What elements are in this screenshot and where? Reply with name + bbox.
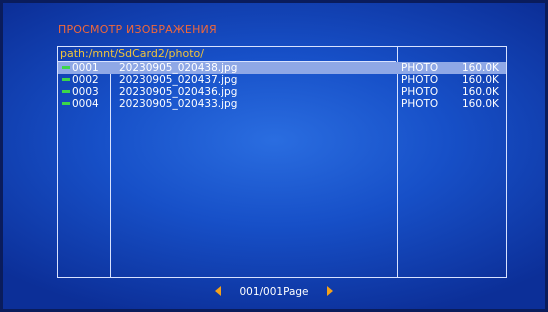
photo-browser-screen: ПРОСМОТР ИЗОБРАЖЕНИЯ path:/mnt/SdCard2/p…: [0, 0, 548, 312]
file-type: PHOTO: [401, 86, 439, 98]
file-row[interactable]: 0003 20230905_020436.jpg PHOTO 160.0K: [58, 86, 506, 98]
file-size: 160.0K: [462, 98, 499, 110]
file-type: PHOTO: [401, 98, 439, 110]
file-indicator-icon: [62, 89, 70, 93]
file-browser: path:/mnt/SdCard2/photo/ 0001 20230905_0…: [57, 46, 507, 278]
file-name: 20230905_020438.jpg: [119, 62, 238, 74]
file-type: PHOTO: [401, 74, 439, 86]
pagination: 001/001Page: [0, 285, 548, 299]
file-indicator-icon: [62, 101, 70, 105]
file-name: 20230905_020437.jpg: [119, 74, 238, 86]
file-row[interactable]: 0002 20230905_020437.jpg PHOTO 160.0K: [58, 74, 506, 86]
file-index: 0004: [62, 98, 108, 110]
file-list: 0001 20230905_020438.jpg PHOTO 160.0K 00…: [58, 62, 506, 110]
current-path: path:/mnt/SdCard2/photo/: [60, 47, 204, 60]
file-name: 20230905_020436.jpg: [119, 86, 238, 98]
file-index: 0003: [62, 86, 108, 98]
page-indicator: 001/001Page: [239, 286, 309, 298]
left-arrow-icon[interactable]: [215, 286, 222, 296]
file-index: 0001: [62, 62, 108, 74]
file-name: 20230905_020433.jpg: [119, 98, 238, 110]
right-arrow-icon[interactable]: [326, 286, 333, 296]
file-type: PHOTO: [401, 62, 439, 74]
file-indicator-icon: [62, 65, 70, 69]
screen-title: ПРОСМОТР ИЗОБРАЖЕНИЯ: [58, 23, 217, 36]
file-indicator-icon: [62, 77, 70, 81]
file-size: 160.0K: [462, 62, 499, 74]
file-row[interactable]: 0001 20230905_020438.jpg PHOTO 160.0K: [58, 62, 506, 74]
file-index: 0002: [62, 74, 108, 86]
file-row[interactable]: 0004 20230905_020433.jpg PHOTO 160.0K: [58, 98, 506, 110]
file-size: 160.0K: [462, 86, 499, 98]
file-size: 160.0K: [462, 74, 499, 86]
